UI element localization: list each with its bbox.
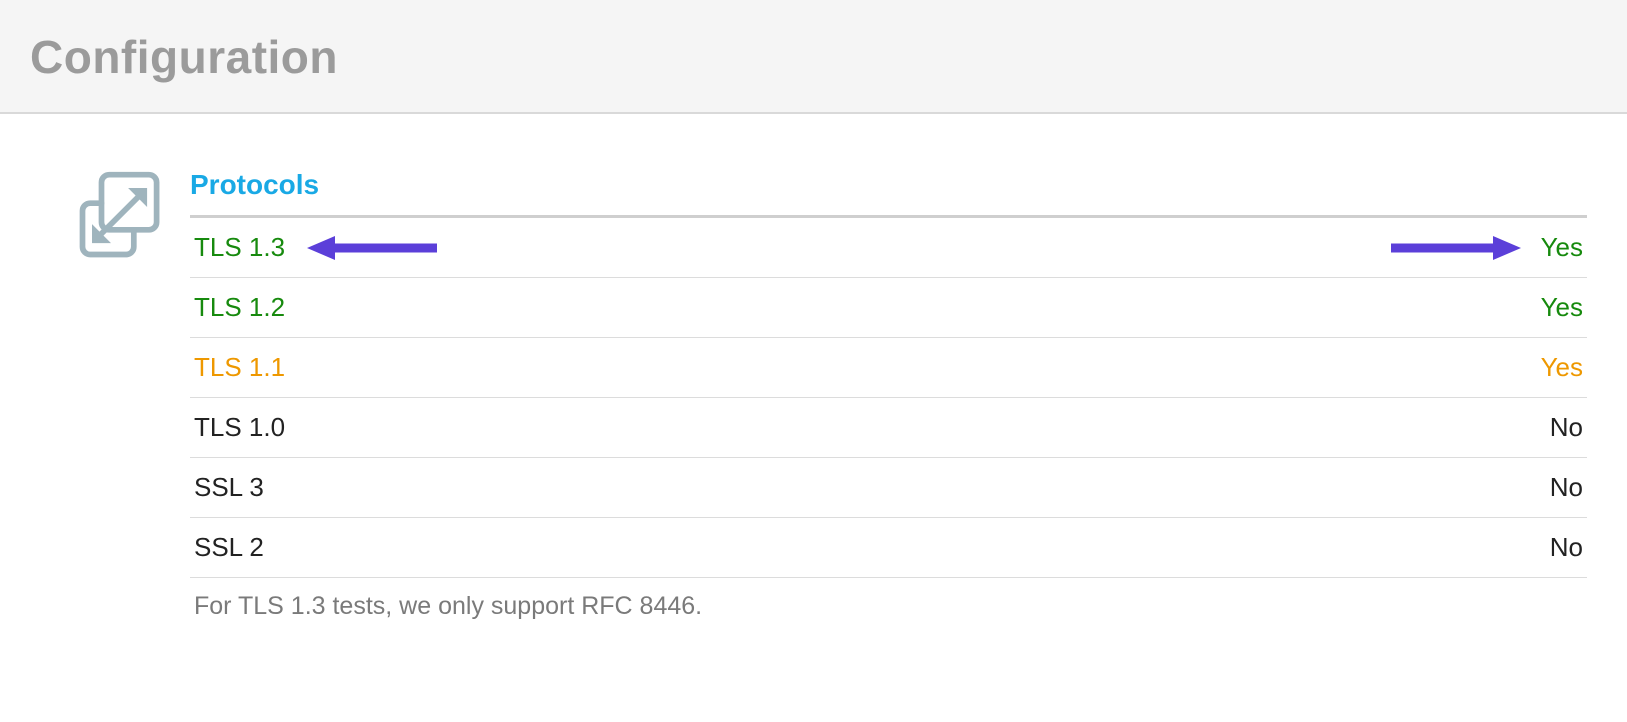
protocol-value: Yes — [1541, 232, 1583, 263]
protocol-value: Yes — [967, 278, 1587, 338]
protocol-name: TLS 1.0 — [190, 398, 967, 458]
page-title: Configuration — [30, 30, 1597, 84]
table-row: SSL 2 No — [190, 518, 1587, 578]
protocol-value: No — [967, 518, 1587, 578]
protocol-value: No — [967, 398, 1587, 458]
protocols-section: Protocols TLS 1.3 — [190, 169, 1627, 635]
annotation-arrow-right-icon — [1391, 233, 1521, 263]
section-icon-column — [50, 169, 190, 635]
content-area: Protocols TLS 1.3 — [0, 114, 1627, 635]
table-row: TLS 1.2 Yes — [190, 278, 1587, 338]
protocols-table: TLS 1.3 — [190, 218, 1587, 578]
table-row: SSL 3 No — [190, 458, 1587, 518]
protocol-name: SSL 2 — [190, 518, 967, 578]
protocol-name: SSL 3 — [190, 458, 967, 518]
exchange-arrows-icon — [73, 169, 168, 635]
page-header: Configuration — [0, 0, 1627, 114]
table-row: TLS 1.1 Yes — [190, 338, 1587, 398]
table-row: TLS 1.3 — [190, 218, 1587, 278]
annotation-arrow-left-icon — [307, 233, 437, 263]
protocol-value: No — [967, 458, 1587, 518]
protocol-name: TLS 1.1 — [190, 338, 967, 398]
protocol-name: TLS 1.3 — [194, 232, 285, 263]
section-title: Protocols — [190, 169, 1587, 215]
protocol-value: Yes — [967, 338, 1587, 398]
protocol-name: TLS 1.2 — [190, 278, 967, 338]
section-footnote: For TLS 1.3 tests, we only support RFC 8… — [190, 578, 1587, 635]
table-row: TLS 1.0 No — [190, 398, 1587, 458]
